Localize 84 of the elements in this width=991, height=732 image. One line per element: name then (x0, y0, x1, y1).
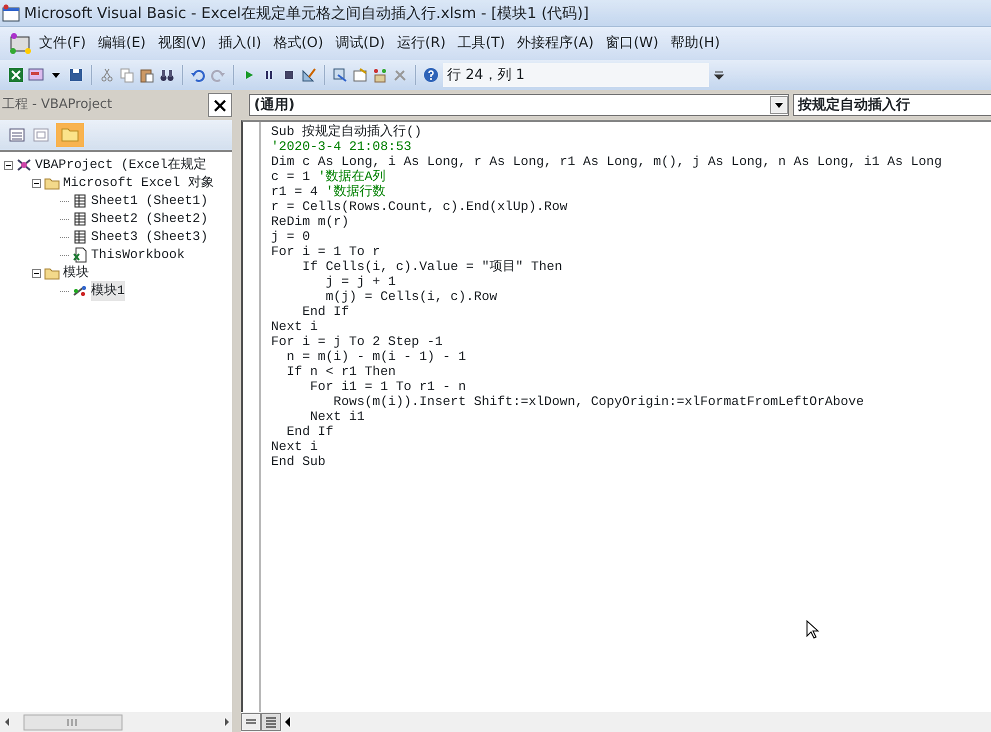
scissors-icon[interactable] (99, 67, 115, 83)
code-text: If n < r1 Then (286, 364, 396, 379)
module-icon (72, 283, 88, 299)
collapse-icon[interactable] (32, 178, 41, 188)
menu-item[interactable]: 外接程序(A) (512, 31, 599, 56)
dropdown-value: (通用) (254, 96, 295, 114)
save-icon[interactable] (68, 67, 84, 83)
code-text: For i = 1 To r (271, 244, 380, 259)
tree-item[interactable]: 模块 (63, 263, 89, 283)
app-icon (2, 4, 20, 22)
help-icon[interactable] (423, 67, 439, 83)
excel-icon[interactable] (8, 67, 24, 83)
tree-item[interactable]: ThisWorkbook (91, 245, 185, 265)
sheet-icon (72, 193, 88, 209)
tree-item[interactable]: Sheet3 (Sheet3) (91, 227, 208, 247)
code-text: If Cells(i, c).Value = "项目" Then (301, 259, 562, 274)
paste-icon[interactable] (139, 67, 155, 83)
tree-item[interactable]: Sheet2 (Sheet2) (91, 209, 208, 229)
sheet-icon (72, 211, 88, 227)
code-text: End Sub (271, 454, 326, 469)
menu-item[interactable]: 文件(F) (34, 31, 91, 56)
view-object-icon[interactable] (32, 126, 50, 144)
project-icon (16, 157, 32, 173)
code-text: For i = j To 2 Step -1 (271, 334, 443, 349)
menu-item[interactable]: 工具(T) (452, 31, 510, 56)
menu-item[interactable]: 插入(I) (213, 31, 266, 56)
view-code-icon[interactable] (8, 126, 26, 144)
full-module-view-button[interactable] (261, 713, 281, 731)
object-dropdown[interactable]: (通用) (249, 94, 789, 116)
pane-title: 工程 - VBAProject (2, 96, 112, 114)
code-text: For i1 = 1 To r1 - n (309, 379, 466, 394)
toggle-folders-button[interactable] (56, 123, 84, 147)
tree-item[interactable]: VBAProject (Excel在规定 (35, 155, 207, 175)
menu-item[interactable]: 运行(R) (392, 31, 451, 56)
workbook-icon (72, 247, 88, 263)
window-title: Microsoft Visual Basic - Excel在规定单元格之间自动插入行.xlsm - [模块1 (代码)] (24, 2, 589, 24)
code-comment: '2020-3-4 21:08:53 (271, 139, 412, 154)
undo-icon[interactable] (190, 67, 206, 83)
procedure-view-button[interactable] (241, 713, 261, 731)
code-text: c = 1 (271, 169, 312, 184)
close-button[interactable]: × (208, 93, 232, 117)
properties-icon[interactable] (352, 67, 368, 83)
code-text: Next i (271, 319, 318, 334)
code-text: m(j) = Cells(i, c).Row (324, 289, 498, 304)
vba-icon[interactable] (8, 32, 32, 56)
mouse-pointer-icon (806, 620, 820, 639)
sheet-icon (72, 229, 88, 245)
code-text: End If (301, 304, 350, 319)
code-text: Next i (271, 439, 318, 454)
menu-item[interactable]: 窗口(W) (600, 31, 664, 56)
full-module-view-icon (264, 716, 278, 728)
collapse-icon[interactable] (32, 268, 41, 278)
code-comment: '数据在A列 (318, 169, 386, 184)
collapse-icon[interactable] (4, 160, 13, 170)
tree-item[interactable]: 模块1 (91, 281, 125, 301)
toolbar-options-icon[interactable] (713, 69, 725, 81)
code-text: j = 0 (271, 229, 310, 244)
menu-item[interactable]: 调试(D) (330, 31, 390, 56)
tree-item[interactable]: Sheet1 (Sheet1) (91, 191, 208, 211)
menu-item[interactable]: 格式(O) (268, 31, 328, 56)
code-comment: '数据行数 (326, 184, 386, 199)
binoculars-icon[interactable] (159, 67, 175, 83)
object-browser-icon[interactable] (372, 67, 388, 83)
insert-form-icon[interactable] (28, 67, 44, 83)
menu-item[interactable]: 视图(V) (152, 31, 212, 56)
cursor-position: 行 24，列 1 (443, 63, 709, 87)
code-text: Next i1 (309, 409, 365, 424)
code-text: n = m(i) - m(i - 1) - 1 (286, 349, 466, 364)
project-explorer-icon[interactable] (332, 67, 348, 83)
procedure-dropdown[interactable]: 按规定自动插入行 (793, 94, 991, 116)
code-text: r = Cells(Rows.Count, c).End(xlUp).Row (271, 199, 568, 214)
copy-icon[interactable] (119, 67, 135, 83)
code-text: End If (286, 424, 334, 439)
menu-item[interactable]: 帮助(H) (665, 31, 725, 56)
tree-item[interactable]: Microsoft Excel 对象 (63, 173, 214, 193)
design-mode-icon[interactable] (301, 67, 317, 83)
code-text: Rows(m(i)).Insert Shift:=xlDown, CopyOrigin:=xlFormatFromLeftOrAbove (332, 394, 864, 409)
code-text: j = j + 1 (324, 274, 396, 289)
code-text: ReDim m(r) (271, 214, 350, 229)
code-text: r1 = 4 (271, 184, 319, 199)
menu-item[interactable]: 编辑(E) (92, 31, 151, 56)
code-text: Sub 按规定自动插入行() (271, 124, 422, 139)
folder-icon (61, 126, 79, 144)
code-text: Dim c As Long, i As Long, r As Long, r1 As Long, m(), j As Long, n As Long, i1 As Long (271, 154, 942, 169)
